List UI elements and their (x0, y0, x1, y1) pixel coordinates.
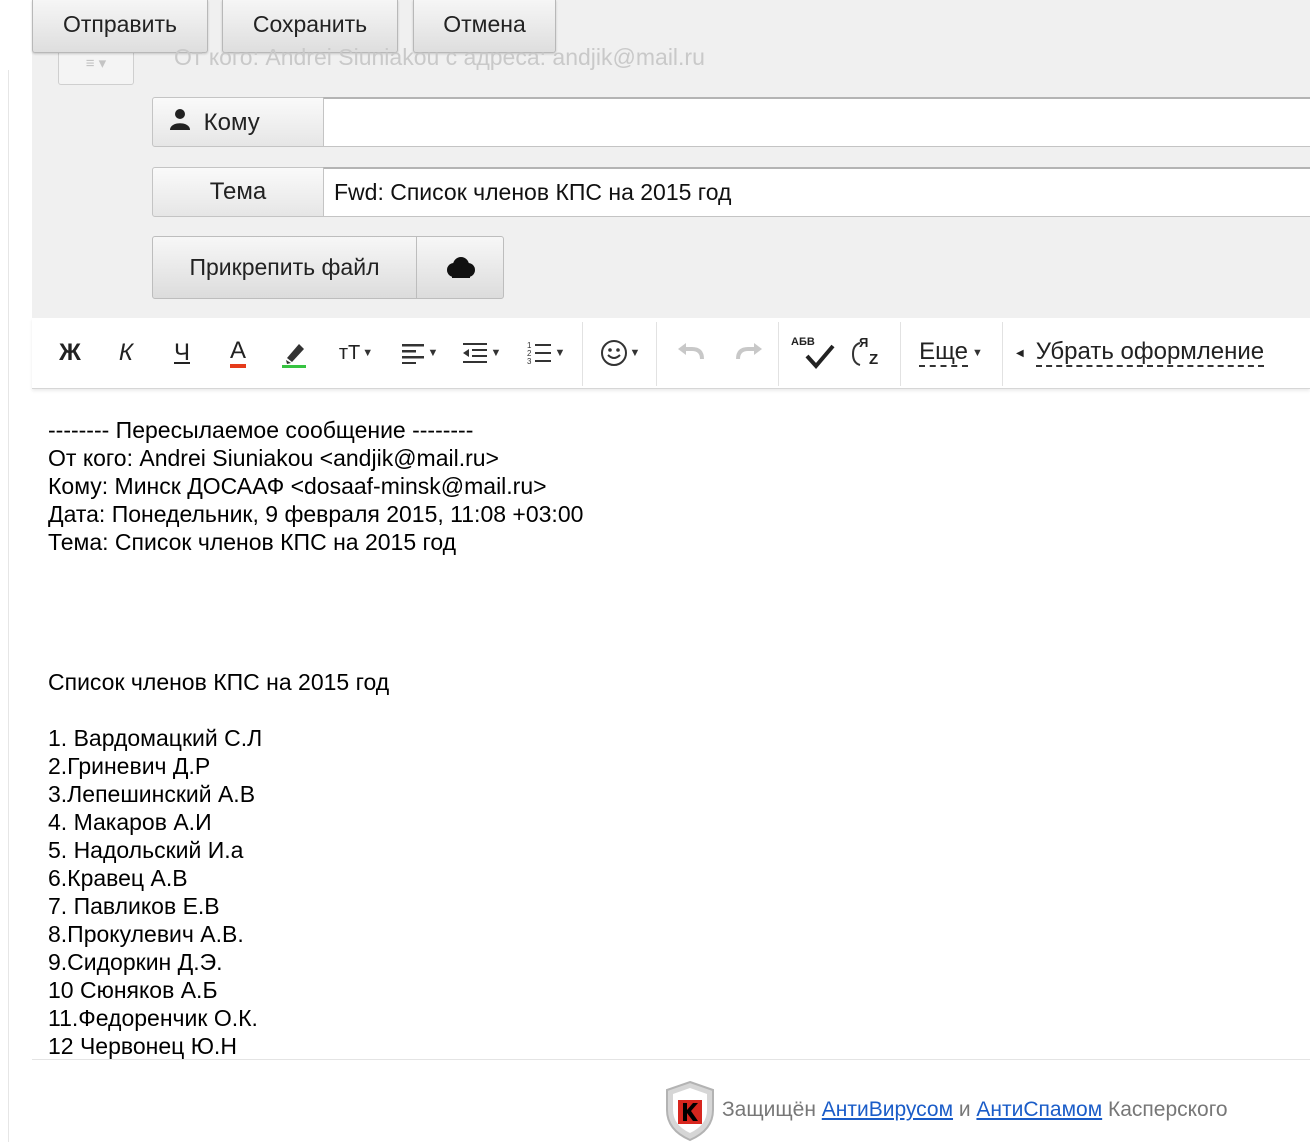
to-label: Кому (203, 108, 260, 136)
align-button[interactable]: ▼ (398, 318, 442, 388)
chevron-down-icon: ▼ (427, 347, 439, 359)
from-menu-button[interactable]: ≡ ▾ (58, 53, 134, 85)
translit-label-bottom: Z (869, 351, 879, 368)
message-body[interactable]: -------- Пересылаемое сообщение --------… (48, 416, 583, 1060)
footer-and: и (953, 1098, 977, 1121)
kaspersky-footer: Защищён АнтиВирусом и АнтиСпамом Касперс… (722, 1098, 1228, 1122)
smiley-icon (600, 340, 627, 366)
message-line: 2.Гриневич Д.Р (48, 753, 211, 779)
clear-format-label: Убрать оформление (1035, 338, 1265, 367)
message-line: 12 Червонец Ю.Н (48, 1033, 237, 1059)
message-line: 10 Сюняков А.Б (48, 977, 218, 1003)
toolbar-divider (1002, 322, 1003, 386)
kaspersky-shield-icon (664, 1080, 716, 1147)
left-border (8, 70, 9, 1142)
more-button[interactable]: Еще ▼ (912, 318, 990, 388)
undo-icon (678, 343, 704, 360)
underline-button[interactable]: Ч (166, 318, 198, 388)
person-icon (169, 99, 191, 147)
message-line: От кого: Andrei Siuniakou <andjik@mail.r… (48, 445, 499, 471)
message-line: 7. Павликов Е.В (48, 893, 220, 919)
toolbar-divider (778, 322, 779, 386)
footer-prefix: Защищён (722, 1098, 822, 1121)
message-line: 6.Кравец А.В (48, 865, 188, 891)
from-line: От кого: Andrei Siuniakou с адреса: andj… (174, 44, 705, 70)
message-line: Дата: Понедельник, 9 февраля 2015, 11:08… (48, 501, 584, 527)
chevron-down-icon: ▼ (490, 347, 502, 359)
clear-format-button[interactable]: ◀ Убрать оформление (1016, 318, 1276, 388)
message-line: Тема: Список членов КПС на 2015 год (48, 529, 457, 555)
toolbar-divider (900, 322, 901, 386)
redo-icon (736, 343, 762, 360)
message-line (48, 640, 583, 668)
numbered-list-icon: 1 2 3 (527, 341, 551, 366)
subject-label: Тема (152, 167, 324, 217)
marker-icon (282, 344, 306, 368)
subject-input[interactable]: Fwd: Список членов КПС на 2015 год (323, 167, 1310, 217)
align-left-icon (401, 344, 424, 364)
message-line (48, 612, 583, 640)
message-line: Кому: Минск ДОСААФ <dosaaf-minsk@mail.ru… (48, 473, 547, 499)
message-line: Список членов КПС на 2015 год (48, 669, 390, 695)
redo-button[interactable] (728, 318, 768, 388)
translit-icon: Я Z (851, 335, 885, 371)
chevron-left-icon: ◀ (1016, 347, 1024, 359)
more-label: Еще (919, 338, 968, 367)
message-line: 5. Надольский И.а (48, 837, 244, 863)
spellcheck-button[interactable]: АБВ (788, 318, 838, 388)
message-line: -------- Пересылаемое сообщение -------- (48, 417, 474, 443)
cloud-attach-button[interactable] (416, 236, 504, 299)
message-line: 8.Прокулевич А.В. (48, 921, 244, 947)
editor-bottom-border (32, 1059, 1310, 1060)
text-color-button[interactable]: А (222, 318, 254, 388)
spellcheck-icon: АБВ (791, 336, 835, 370)
italic-button[interactable]: К (110, 318, 142, 388)
attach-file-button[interactable]: Прикрепить файл (152, 236, 417, 299)
cloud-icon (447, 256, 475, 278)
message-line (48, 696, 583, 724)
antispam-link[interactable]: АнтиСпамом (976, 1098, 1102, 1121)
font-size-label: тТ (338, 341, 361, 364)
indent-icon (462, 343, 487, 363)
toolbar-divider (656, 322, 657, 386)
message-line (48, 556, 583, 584)
footer-suffix: Касперского (1102, 1098, 1228, 1121)
antivirus-link[interactable]: АнтиВирусом (822, 1098, 953, 1121)
message-line (48, 584, 583, 612)
message-line: 3.Лепешинский А.В (48, 781, 256, 807)
format-toolbar: Ж К Ч А тТ ▼ ▼ ▼ 1 2 3 ▼ ▼ АБВ Я Z Еще ▼… (32, 318, 1310, 389)
message-line: 9.Сидоркин Д.Э. (48, 949, 223, 975)
emoji-button[interactable]: ▼ (594, 318, 646, 388)
toolbar-divider (582, 322, 583, 386)
chevron-down-icon: ▼ (362, 347, 374, 359)
svg-text:3: 3 (527, 357, 532, 366)
text-color-label: А (229, 338, 246, 368)
bold-button[interactable]: Ж (54, 318, 86, 388)
chevron-down-icon: ▼ (629, 347, 641, 359)
message-line: 1. Вардомацкий С.Л (48, 725, 263, 751)
subject-label-text: Тема (209, 178, 267, 205)
list-button[interactable]: 1 2 3 ▼ (524, 318, 568, 388)
to-label-button[interactable]: Кому (152, 97, 324, 147)
indent-button[interactable]: ▼ (460, 318, 504, 388)
to-input[interactable] (323, 97, 1310, 147)
message-line: 11.Федоренчик О.К. (48, 1005, 258, 1031)
chevron-down-icon: ▼ (971, 347, 983, 359)
font-size-button[interactable]: тТ ▼ (334, 318, 378, 388)
undo-button[interactable] (672, 318, 712, 388)
highlight-button[interactable] (276, 318, 312, 388)
translit-button[interactable]: Я Z (846, 318, 890, 388)
chevron-down-icon: ▼ (554, 347, 566, 359)
message-line: 4. Макаров А.И (48, 809, 212, 835)
